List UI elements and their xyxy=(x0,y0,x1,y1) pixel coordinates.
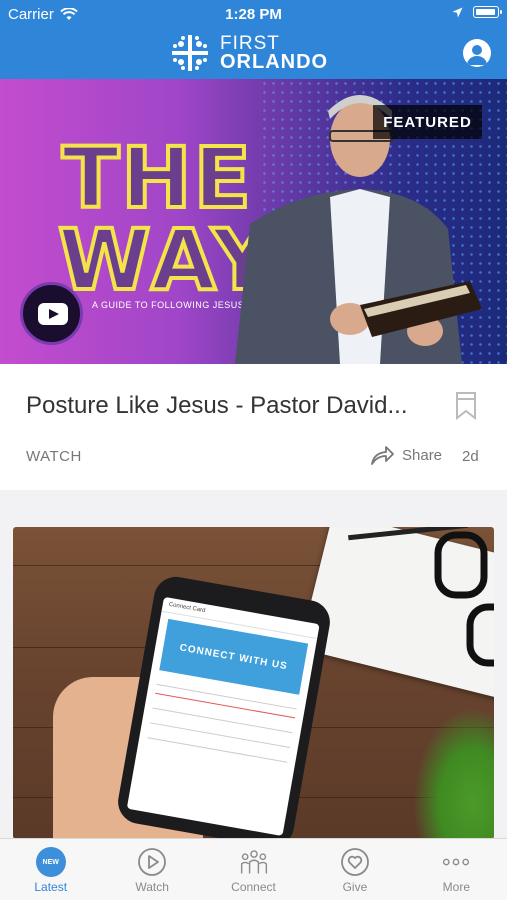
content-card-image[interactable]: Connect Card CONNECT WITH US xyxy=(13,527,494,839)
tab-label: Give xyxy=(342,880,368,894)
profile-button[interactable] xyxy=(463,39,491,67)
featured-title[interactable]: Posture Like Jesus - Pastor David... xyxy=(26,392,408,420)
featured-hero-image[interactable]: THE WAY A GUIDE TO FOLLOWING JESUS FEATU… xyxy=(0,79,507,364)
status-right xyxy=(452,6,502,18)
glasses-graphic xyxy=(434,531,494,667)
post-age: 2d xyxy=(462,448,479,465)
phone-field-line xyxy=(147,737,288,763)
tab-bar: NEW Latest Watch Connect Give More xyxy=(0,838,507,900)
brand-logo: FIRST ORLANDO xyxy=(168,31,328,75)
play-circle-icon xyxy=(137,847,167,877)
battery-icon xyxy=(473,6,502,18)
play-video-button[interactable] xyxy=(20,282,83,345)
tab-label: Connect xyxy=(231,880,276,894)
user-icon xyxy=(467,45,487,65)
phone-field-line xyxy=(149,722,290,748)
content-type-label: WATCH xyxy=(26,448,82,465)
tab-connect[interactable]: Connect xyxy=(203,839,304,900)
new-badge: NEW xyxy=(35,847,66,877)
phone-field-line xyxy=(152,707,293,734)
featured-badge: FEATURED xyxy=(373,105,482,139)
tab-label: More xyxy=(442,880,470,894)
brand-line2: ORLANDO xyxy=(220,51,329,73)
tab-latest[interactable]: NEW Latest xyxy=(0,839,101,900)
heart-circle-icon xyxy=(340,847,370,877)
hero-subtitle: A GUIDE TO FOLLOWING JESUS xyxy=(92,300,244,310)
bookmark-icon[interactable] xyxy=(455,392,477,420)
tab-watch[interactable]: Watch xyxy=(101,839,202,900)
featured-card[interactable]: THE WAY A GUIDE TO FOLLOWING JESUS FEATU… xyxy=(0,79,507,490)
tab-more[interactable]: More xyxy=(406,839,507,900)
plant-graphic xyxy=(413,707,494,839)
youtube-play-icon xyxy=(38,303,68,325)
people-group-icon xyxy=(239,847,269,877)
church-logo-icon xyxy=(172,35,208,71)
tab-label: Watch xyxy=(135,880,169,894)
share-button[interactable]: Share xyxy=(370,445,442,465)
app-header: Carrier 1:28 PM FIRST ORLANDO xyxy=(0,0,507,79)
share-label: Share xyxy=(402,446,443,464)
location-arrow-icon xyxy=(452,7,463,17)
more-dots-icon xyxy=(441,847,471,877)
status-bar: Carrier 1:28 PM xyxy=(0,0,507,28)
tab-label: Latest xyxy=(34,880,68,894)
phone-graphic: Connect Card CONNECT WITH US xyxy=(114,573,334,839)
status-time: 1:28 PM xyxy=(225,6,282,23)
share-arrow-icon xyxy=(371,446,394,465)
new-badge-icon: NEW xyxy=(35,847,66,877)
phone-screen: Connect Card CONNECT WITH US xyxy=(126,596,320,837)
brand-name: FIRST ORLANDO xyxy=(220,34,328,72)
tab-give[interactable]: Give xyxy=(304,839,405,900)
